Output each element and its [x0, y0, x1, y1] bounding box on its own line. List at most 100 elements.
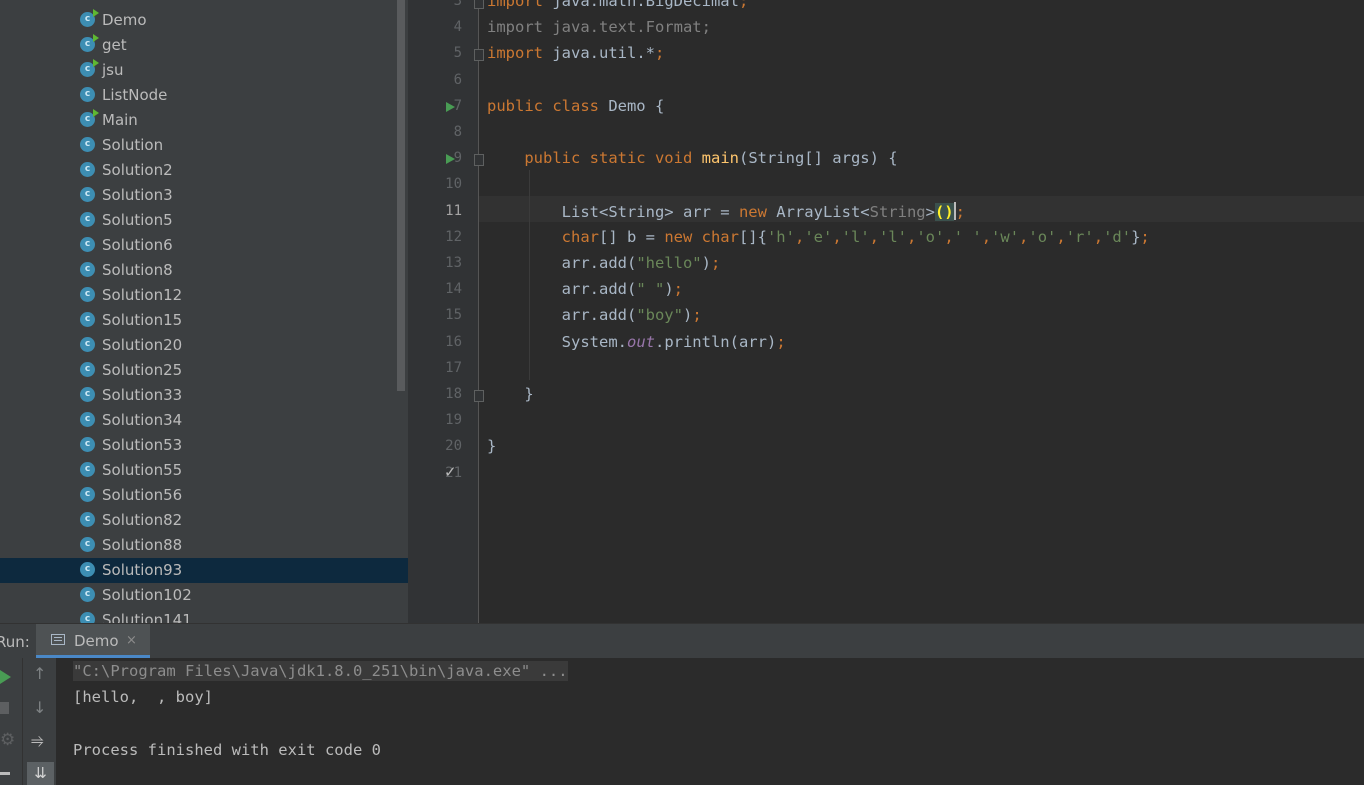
line-number: 12	[445, 228, 462, 245]
code-line[interactable]: 11 List<String> arr = new ArrayList<Stri…	[408, 199, 1364, 225]
code-line[interactable]: 21 ✓	[408, 461, 1364, 487]
line-number: 16	[445, 333, 462, 350]
code-line[interactable]: 19	[408, 408, 1364, 434]
code-text: }	[487, 437, 497, 456]
tab-label: Demo	[74, 632, 119, 650]
rerun-icon[interactable]	[0, 670, 11, 684]
code-line[interactable]: 8	[408, 120, 1364, 146]
fold-icon[interactable]	[474, 0, 484, 9]
code-line[interactable]: 9 public static void main(String[] args)…	[408, 146, 1364, 172]
code-text: char[] b = new char[]{'h','e','l','l','o…	[561, 227, 1150, 246]
tree-item[interactable]: c Solution20	[0, 333, 408, 358]
code-line[interactable]: 10	[408, 172, 1364, 198]
line-number: 8	[453, 124, 462, 140]
console-command-line[interactable]: "C:\Program Files\Java\jdk1.8.0_251\bin\…	[73, 661, 568, 681]
line-number: 6	[453, 71, 462, 88]
code-line[interactable]: 15 arr.add("boy");	[408, 303, 1364, 329]
tree-item[interactable]: c Solution8	[0, 258, 408, 283]
code-line[interactable]: 7 public class Demo {	[408, 94, 1364, 120]
code-text: import java.util.*;	[487, 44, 665, 63]
tab-demo[interactable]: Demo ×	[36, 624, 150, 658]
code-text: import java.text.Format;	[487, 18, 711, 37]
tree-item-label: Demo	[102, 11, 147, 29]
tree-scrollbar[interactable]	[397, 0, 405, 391]
tree-item[interactable]: c Solution93	[0, 558, 408, 583]
fold-icon[interactable]	[474, 390, 484, 402]
tree-item[interactable]: c Solution55	[0, 458, 408, 483]
code-line[interactable]: 20}	[408, 434, 1364, 460]
line-number: 13	[445, 255, 462, 271]
check-icon: ✓	[444, 462, 457, 481]
code-line[interactable]: 14 arr.add(" ");	[408, 277, 1364, 303]
code-line[interactable]: 3 import java.math.BigDecimal;	[408, 0, 1364, 15]
class-icon: c	[80, 262, 95, 277]
tree-item[interactable]: c Solution3	[0, 183, 408, 208]
tree-item-label: Solution3	[102, 186, 173, 204]
tree-item[interactable]: c ListNode	[0, 83, 408, 108]
arrow-up-icon[interactable]: ↑	[33, 664, 46, 683]
console-output[interactable]: "C:\Program Files\Java\jdk1.8.0_251\bin\…	[56, 658, 1364, 785]
tree-item[interactable]: c Solution5	[0, 208, 408, 233]
tree-item-label: Solution33	[102, 386, 183, 404]
code-text: import java.math.BigDecimal;	[487, 0, 749, 10]
tree-item-label: Solution55	[102, 461, 183, 479]
run-badge-icon	[93, 34, 99, 42]
code-line[interactable]: 5 import java.util.*;	[408, 41, 1364, 67]
scroll-to-end-icon[interactable]: ⇊	[27, 762, 54, 785]
code-line[interactable]: 18 }	[408, 382, 1364, 408]
code-text: System.out.println(arr);	[487, 332, 786, 351]
tree-item[interactable]: c Solution102	[0, 583, 408, 608]
code-line[interactable]: 4 import java.text.Format;	[408, 15, 1364, 41]
tree-item[interactable]: c Solution2	[0, 158, 408, 183]
tree-item-label: ListNode	[102, 86, 168, 104]
tree-item[interactable]: c Solution141	[0, 608, 408, 623]
tree-item-label: jsu	[102, 61, 124, 79]
tree-item[interactable]: c Solution6	[0, 233, 408, 258]
code-text: }	[487, 385, 534, 403]
tree-item-label: Solution8	[102, 261, 173, 279]
tree-item[interactable]: c Solution33	[0, 383, 408, 408]
tree-item[interactable]: c Solution56	[0, 483, 408, 508]
tree-item[interactable]: c Solution25	[0, 358, 408, 383]
run-toolbar-secondary: ↑ ↓ ⥤ ⇊	[22, 658, 56, 785]
class-icon: c	[80, 512, 95, 527]
tree-item[interactable]: c Solution12	[0, 283, 408, 308]
tree-item[interactable]: c Solution34	[0, 408, 408, 433]
run-label: Run:	[0, 633, 30, 651]
fold-icon[interactable]	[474, 154, 484, 167]
tree-item[interactable]: c get	[0, 33, 408, 58]
run-gutter-icon[interactable]	[446, 154, 455, 165]
soft-wrap-icon[interactable]: ⥤	[31, 730, 44, 750]
class-icon: c	[80, 437, 95, 452]
line-number: 20	[445, 438, 462, 455]
class-icon: c	[80, 487, 95, 502]
tree-item[interactable]: c Demo	[0, 8, 408, 33]
settings-icon[interactable]: ⚙	[0, 730, 15, 750]
code-line[interactable]: 17	[408, 356, 1364, 382]
run-gutter-icon[interactable]	[446, 101, 455, 112]
tree-item[interactable]: c Main	[0, 108, 408, 133]
stop-icon[interactable]	[0, 702, 9, 714]
arrow-down-icon[interactable]: ↓	[33, 698, 46, 717]
fold-icon[interactable]	[474, 49, 484, 62]
tree-folder-partial[interactable]	[52, 0, 122, 2]
tree-item[interactable]: c Solution53	[0, 433, 408, 458]
tree-item[interactable]: c jsu	[0, 58, 408, 83]
class-icon: c	[80, 187, 95, 202]
code-text: arr.add(" ");	[487, 280, 683, 299]
close-icon[interactable]: ×	[126, 633, 137, 648]
tree-item[interactable]: c Solution15	[0, 308, 408, 333]
run-toolbar-primary: ⚙	[0, 658, 22, 785]
tree-item-label: Solution102	[102, 586, 192, 604]
code-line[interactable]: 12 char[] b = new char[]{'h','e','l','l'…	[408, 225, 1364, 251]
code-editor[interactable]: 3 import java.math.BigDecimal; 4 import jav…	[408, 0, 1364, 623]
code-line[interactable]: 13 arr.add("hello");	[408, 251, 1364, 277]
class-icon: c	[80, 34, 99, 52]
code-line[interactable]: 6	[408, 68, 1364, 94]
tree-item[interactable]: c Solution	[0, 133, 408, 158]
tree-item[interactable]: c Solution82	[0, 508, 408, 533]
tree-item[interactable]: c Solution88	[0, 533, 408, 558]
code-line[interactable]: 16 System.out.println(arr);	[408, 330, 1364, 356]
tree-item-label: get	[102, 36, 127, 54]
layout-icon[interactable]	[0, 772, 10, 781]
